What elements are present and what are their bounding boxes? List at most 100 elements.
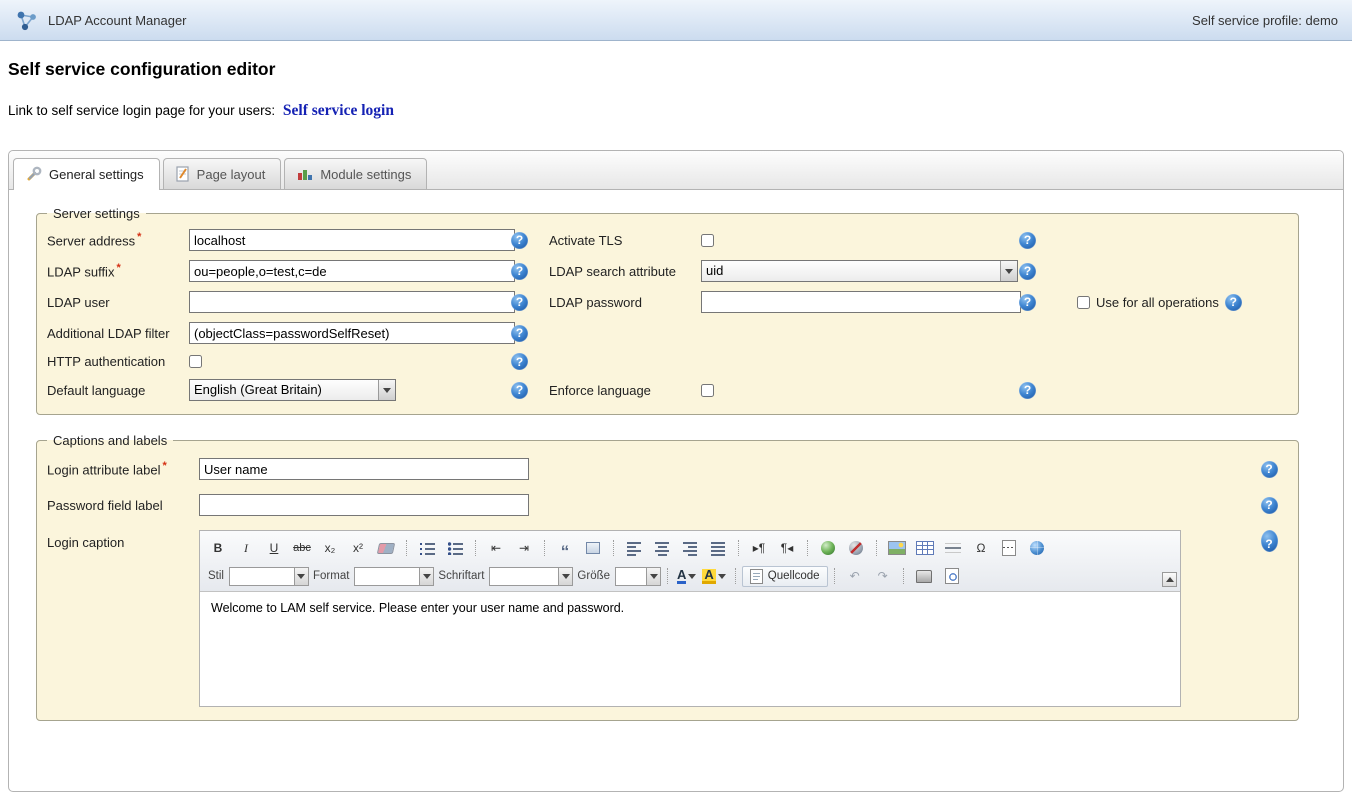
insert-image-button[interactable] bbox=[884, 537, 910, 559]
toolbar-collapse-button[interactable] bbox=[1162, 572, 1177, 587]
additional-ldap-filter-label: Additional LDAP filter bbox=[47, 326, 189, 341]
server-settings-fieldset: Server settings Server address* ? Activa… bbox=[36, 206, 1299, 415]
modules-icon bbox=[297, 166, 313, 182]
remove-link-button[interactable] bbox=[843, 537, 869, 559]
font-combo[interactable] bbox=[489, 567, 573, 586]
align-right-button[interactable] bbox=[677, 537, 703, 559]
ldap-search-attribute-label: LDAP search attribute bbox=[549, 264, 701, 279]
help-icon-ldap-suffix[interactable]: ? bbox=[511, 263, 528, 280]
blockquote-button[interactable]: “ bbox=[552, 533, 578, 563]
login-caption-text: Welcome to LAM self service. Please ente… bbox=[211, 601, 624, 615]
insert-link-button[interactable] bbox=[815, 537, 841, 559]
help-icon-ldap-user[interactable]: ? bbox=[511, 294, 528, 311]
help-icon-http-auth[interactable]: ? bbox=[511, 353, 528, 370]
bulleted-list-icon bbox=[448, 542, 463, 555]
ldap-search-attribute-select[interactable]: uid bbox=[701, 260, 1018, 282]
use-for-all-operations-checkbox[interactable] bbox=[1077, 296, 1090, 309]
redo-button[interactable]: ↷ bbox=[870, 565, 896, 587]
server-address-input[interactable] bbox=[189, 229, 515, 251]
tab-general-settings[interactable]: General settings bbox=[13, 158, 160, 190]
help-icon-activate-tls[interactable]: ? bbox=[1019, 232, 1036, 249]
toolbar-row-1: B I U abc x₂ x² ⇤ ⇥ bbox=[204, 533, 1160, 563]
toolbar-row-2: Stil Format Schriftart Größe A A bbox=[204, 563, 1160, 589]
source-code-button[interactable]: Quellcode bbox=[742, 566, 828, 587]
ldap-suffix-input[interactable] bbox=[189, 260, 515, 282]
chevron-down-icon bbox=[378, 380, 395, 400]
format-combo[interactable] bbox=[354, 567, 434, 586]
align-justify-button[interactable] bbox=[705, 537, 731, 559]
style-combo-label: Stil bbox=[208, 570, 224, 582]
text-direction-rtl-button[interactable]: ¶◂ bbox=[774, 537, 800, 559]
numbered-list-button[interactable] bbox=[414, 537, 440, 559]
insert-table-button[interactable] bbox=[912, 537, 938, 559]
background-color-button[interactable]: A bbox=[700, 569, 727, 584]
superscript-button[interactable]: x² bbox=[345, 537, 371, 559]
bold-button[interactable]: B bbox=[205, 537, 231, 559]
help-icon-use-for-all[interactable]: ? bbox=[1225, 294, 1242, 311]
preview-icon bbox=[945, 568, 959, 584]
style-combo[interactable] bbox=[229, 567, 309, 586]
help-icon-search-attribute[interactable]: ? bbox=[1019, 263, 1036, 280]
help-icon-login-attribute[interactable]: ? bbox=[1261, 461, 1278, 478]
http-authentication-checkbox[interactable] bbox=[189, 355, 202, 368]
password-field-label: Password field label bbox=[47, 498, 199, 513]
align-center-button[interactable] bbox=[649, 537, 675, 559]
help-icon-ldap-password[interactable]: ? bbox=[1019, 294, 1036, 311]
eraser-icon bbox=[377, 543, 395, 554]
align-justify-icon bbox=[711, 541, 725, 556]
default-language-select[interactable]: English (Great Britain) bbox=[189, 379, 396, 401]
text-direction-ltr-button[interactable]: ▸¶ bbox=[746, 537, 772, 559]
tab-page-layout[interactable]: Page layout bbox=[163, 158, 282, 189]
help-icon-server-address[interactable]: ? bbox=[511, 232, 528, 249]
table-icon bbox=[916, 541, 934, 555]
div-container-icon bbox=[586, 542, 600, 554]
size-combo[interactable] bbox=[615, 567, 661, 586]
subscript-button[interactable]: x₂ bbox=[317, 537, 343, 559]
activate-tls-checkbox[interactable] bbox=[701, 234, 714, 247]
app-brand: LDAP Account Manager bbox=[14, 7, 187, 33]
div-container-button[interactable] bbox=[580, 537, 606, 559]
chevron-down-icon bbox=[1000, 261, 1017, 281]
ldap-password-input[interactable] bbox=[701, 291, 1021, 313]
background-color-icon: A bbox=[702, 569, 715, 584]
undo-button[interactable]: ↶ bbox=[842, 565, 868, 587]
help-icon-password-field[interactable]: ? bbox=[1261, 497, 1278, 514]
required-marker: * bbox=[137, 231, 141, 243]
use-for-all-operations-group: Use for all operations ? bbox=[1055, 294, 1286, 311]
ldap-password-label: LDAP password bbox=[549, 295, 701, 310]
app-title: LDAP Account Manager bbox=[48, 13, 187, 28]
underline-button[interactable]: U bbox=[261, 537, 287, 559]
help-icon-enforce-language[interactable]: ? bbox=[1019, 382, 1036, 399]
additional-ldap-filter-input[interactable] bbox=[189, 322, 515, 344]
help-icon-ldap-filter[interactable]: ? bbox=[511, 325, 528, 342]
help-icon-default-language[interactable]: ? bbox=[511, 382, 528, 399]
captions-labels-legend: Captions and labels bbox=[47, 433, 173, 448]
outdent-button[interactable]: ⇤ bbox=[483, 537, 509, 559]
bulleted-list-button[interactable] bbox=[442, 537, 468, 559]
indent-button[interactable]: ⇥ bbox=[511, 537, 537, 559]
login-attribute-input[interactable] bbox=[199, 458, 529, 480]
preview-button[interactable] bbox=[939, 565, 965, 587]
align-center-icon bbox=[655, 541, 669, 556]
login-attribute-label: Login attribute label* bbox=[47, 460, 199, 477]
page-break-icon bbox=[1002, 540, 1016, 556]
password-field-input[interactable] bbox=[199, 494, 529, 516]
strikethrough-button[interactable]: abc bbox=[289, 537, 315, 559]
insert-iframe-button[interactable] bbox=[1024, 537, 1050, 559]
editor-content-area[interactable]: Welcome to LAM self service. Please ente… bbox=[200, 592, 1180, 706]
enforce-language-checkbox[interactable] bbox=[701, 384, 714, 397]
special-character-button[interactable]: Ω bbox=[968, 537, 994, 559]
italic-button[interactable]: I bbox=[233, 537, 259, 559]
remove-format-button[interactable] bbox=[373, 537, 399, 559]
align-left-icon bbox=[627, 541, 641, 556]
align-left-button[interactable] bbox=[621, 537, 647, 559]
horizontal-rule-button[interactable] bbox=[940, 537, 966, 559]
text-color-button[interactable]: A bbox=[675, 569, 698, 584]
tab-strip: General settings Page layout Module sett… bbox=[9, 151, 1343, 190]
print-button[interactable] bbox=[911, 565, 937, 587]
ldap-user-input[interactable] bbox=[189, 291, 515, 313]
help-icon-login-caption[interactable]: ? bbox=[1261, 530, 1278, 552]
tab-module-settings[interactable]: Module settings bbox=[284, 158, 427, 189]
self-service-login-link[interactable]: Self service login bbox=[283, 102, 394, 119]
page-break-button[interactable] bbox=[996, 537, 1022, 559]
